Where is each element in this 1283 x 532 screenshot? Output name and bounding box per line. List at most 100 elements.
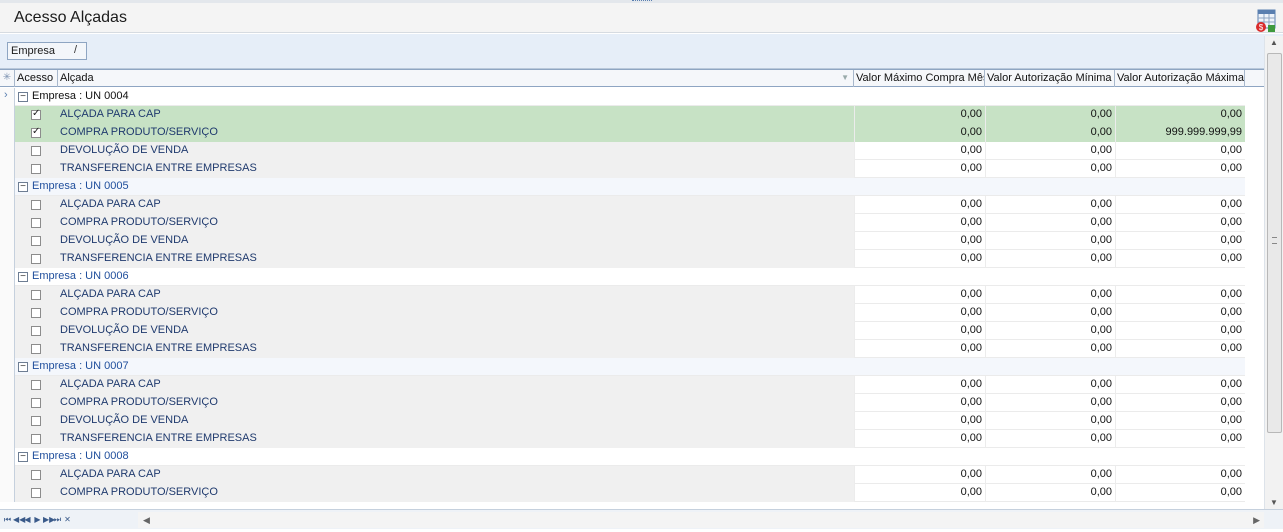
value-cell-v2[interactable]: 0,00 <box>985 232 1115 250</box>
value-cell-v1[interactable]: 0,00 <box>854 232 985 250</box>
row-indicator[interactable] <box>0 142 15 160</box>
group-by-empresa-chip[interactable]: Empresa / <box>7 42 87 60</box>
alcada-cell[interactable]: ALÇADA PARA CAP <box>58 376 854 394</box>
value-cell-v3[interactable]: 0,00 <box>1115 286 1245 304</box>
next-record-icon[interactable]: ▶ <box>33 513 42 527</box>
table-row[interactable]: DEVOLUÇÃO DE VENDA 0,00 0,00 0,00 <box>0 232 1245 250</box>
group-row[interactable]: › − Empresa : UN 0004 <box>0 88 1245 106</box>
value-cell-v2[interactable]: 0,00 <box>985 196 1115 214</box>
value-cell-v1[interactable]: 0,00 <box>854 340 985 358</box>
row-indicator[interactable] <box>0 286 15 304</box>
row-indicator[interactable] <box>0 106 15 124</box>
value-cell-v2[interactable]: 0,00 <box>985 160 1115 178</box>
value-cell-v3[interactable]: 999.999.999,99 <box>1115 124 1245 142</box>
row-indicator[interactable] <box>0 358 15 376</box>
value-cell-v1[interactable]: 0,00 <box>854 196 985 214</box>
alcada-cell[interactable]: ALÇADA PARA CAP <box>58 286 854 304</box>
checkbox-icon[interactable] <box>31 326 41 336</box>
collapse-minus-icon[interactable]: − <box>18 182 28 192</box>
table-row[interactable]: DEVOLUÇÃO DE VENDA 0,00 0,00 0,00 <box>0 412 1245 430</box>
row-indicator[interactable] <box>0 340 15 358</box>
column-header-valor-autorizacao-minima[interactable]: Valor Autorização Mínima <box>985 70 1115 87</box>
value-cell-v1[interactable]: 0,00 <box>854 466 985 484</box>
checkbox-icon[interactable] <box>31 488 41 498</box>
value-cell-v3[interactable]: 0,00 <box>1115 106 1245 124</box>
value-cell-v3[interactable]: 0,00 <box>1115 376 1245 394</box>
first-page-icon[interactable]: ⏮ <box>3 513 12 527</box>
row-indicator[interactable] <box>0 160 15 178</box>
value-cell-v2[interactable]: 0,00 <box>985 430 1115 448</box>
row-indicator[interactable] <box>0 412 15 430</box>
table-row[interactable]: COMPRA PRODUTO/SERVIÇO 0,00 0,00 0,00 <box>0 394 1245 412</box>
column-header-valor-autorizacao-maxima[interactable]: Valor Autorização Máxima <box>1115 70 1245 87</box>
alcada-cell[interactable]: COMPRA PRODUTO/SERVIÇO <box>58 214 854 232</box>
table-row[interactable]: COMPRA PRODUTO/SERVIÇO 0,00 0,00 0,00 <box>0 304 1245 322</box>
table-row[interactable]: COMPRA PRODUTO/SERVIÇO 0,00 0,00 0,00 <box>0 214 1245 232</box>
collapse-minus-icon[interactable]: − <box>18 272 28 282</box>
table-row[interactable]: ALÇADA PARA CAP0,000,000,00 <box>0 106 1245 124</box>
alcada-cell[interactable]: COMPRA PRODUTO/SERVIÇO <box>58 124 854 142</box>
value-cell-v2[interactable]: 0,00 <box>985 250 1115 268</box>
value-cell-v1[interactable]: 0,00 <box>854 376 985 394</box>
table-row[interactable]: COMPRA PRODUTO/SERVIÇO0,000,00999.999.99… <box>0 124 1245 142</box>
column-header-alcada[interactable]: Alçada ▼ <box>58 70 854 87</box>
checkbox-icon[interactable] <box>31 126 41 138</box>
scroll-thumb[interactable] <box>1267 53 1282 433</box>
value-cell-v1[interactable]: 0,00 <box>854 484 985 502</box>
row-indicator[interactable] <box>0 448 15 466</box>
row-indicator[interactable]: › <box>0 88 15 106</box>
table-row[interactable]: DEVOLUÇÃO DE VENDA 0,00 0,00 0,00 <box>0 142 1245 160</box>
value-cell-v2[interactable]: 0,00 <box>985 412 1115 430</box>
scroll-left-icon[interactable]: ◀ <box>143 512 150 528</box>
group-row[interactable]: − Empresa : UN 0006 <box>0 268 1245 286</box>
scroll-right-icon[interactable]: ▶ <box>1253 512 1260 528</box>
report-export-icon[interactable]: $ <box>1255 9 1277 33</box>
prev-record-icon[interactable]: ◀ <box>23 513 32 527</box>
value-cell-v2[interactable]: 0,00 <box>985 214 1115 232</box>
row-indicator[interactable] <box>0 196 15 214</box>
row-indicator[interactable] <box>0 214 15 232</box>
table-row[interactable]: TRANSFERENCIA ENTRE EMPRESAS 0,00 0,00 0,00 <box>0 340 1245 358</box>
row-indicator[interactable] <box>0 376 15 394</box>
checkbox-icon[interactable] <box>31 470 41 480</box>
row-indicator[interactable] <box>0 124 15 142</box>
checkbox-icon[interactable] <box>31 200 41 210</box>
last-page-icon[interactable]: ⏭ <box>53 513 62 527</box>
checkbox-icon[interactable] <box>31 398 41 408</box>
group-row[interactable]: − Empresa : UN 0008 <box>0 448 1245 466</box>
value-cell-v3[interactable]: 0,00 <box>1115 394 1245 412</box>
value-cell-v1[interactable]: 0,00 <box>854 250 985 268</box>
checkbox-icon[interactable] <box>31 146 41 156</box>
value-cell-v1[interactable]: 0,00 <box>854 160 985 178</box>
value-cell-v3[interactable]: 0,00 <box>1115 196 1245 214</box>
value-cell-v3[interactable]: 0,00 <box>1115 142 1245 160</box>
table-row[interactable]: ALÇADA PARA CAP0,000,000,00 <box>0 466 1245 484</box>
row-indicator[interactable] <box>0 394 15 412</box>
alcada-cell[interactable]: ALÇADA PARA CAP <box>58 466 854 484</box>
row-indicator[interactable] <box>0 304 15 322</box>
checkbox-icon[interactable] <box>31 236 41 246</box>
collapse-minus-icon[interactable]: − <box>18 452 28 462</box>
alcada-cell[interactable]: DEVOLUÇÃO DE VENDA <box>58 142 854 160</box>
row-indicator[interactable] <box>0 250 15 268</box>
value-cell-v3[interactable]: 0,00 <box>1115 466 1245 484</box>
value-cell-v1[interactable]: 0,00 <box>854 394 985 412</box>
checkbox-icon[interactable] <box>31 108 41 120</box>
value-cell-v1[interactable]: 0,00 <box>854 322 985 340</box>
row-indicator[interactable] <box>0 232 15 250</box>
value-cell-v2[interactable]: 0,00 <box>985 340 1115 358</box>
collapse-minus-icon[interactable]: − <box>18 92 28 102</box>
table-row[interactable]: ALÇADA PARA CAP0,000,000,00 <box>0 376 1245 394</box>
checkbox-icon[interactable] <box>31 290 41 300</box>
value-cell-v2[interactable]: 0,00 <box>985 376 1115 394</box>
value-cell-v3[interactable]: 0,00 <box>1115 484 1245 502</box>
alcada-cell[interactable]: DEVOLUÇÃO DE VENDA <box>58 232 854 250</box>
row-indicator[interactable] <box>0 466 15 484</box>
alcada-cell[interactable]: TRANSFERENCIA ENTRE EMPRESAS <box>58 250 854 268</box>
value-cell-v3[interactable]: 0,00 <box>1115 412 1245 430</box>
checkbox-icon[interactable] <box>31 218 41 228</box>
alcada-cell[interactable]: COMPRA PRODUTO/SERVIÇO <box>58 484 854 502</box>
value-cell-v2[interactable]: 0,00 <box>985 286 1115 304</box>
alcada-cell[interactable]: ALÇADA PARA CAP <box>58 106 854 124</box>
next-page-icon[interactable]: ▶▶ <box>43 513 55 527</box>
